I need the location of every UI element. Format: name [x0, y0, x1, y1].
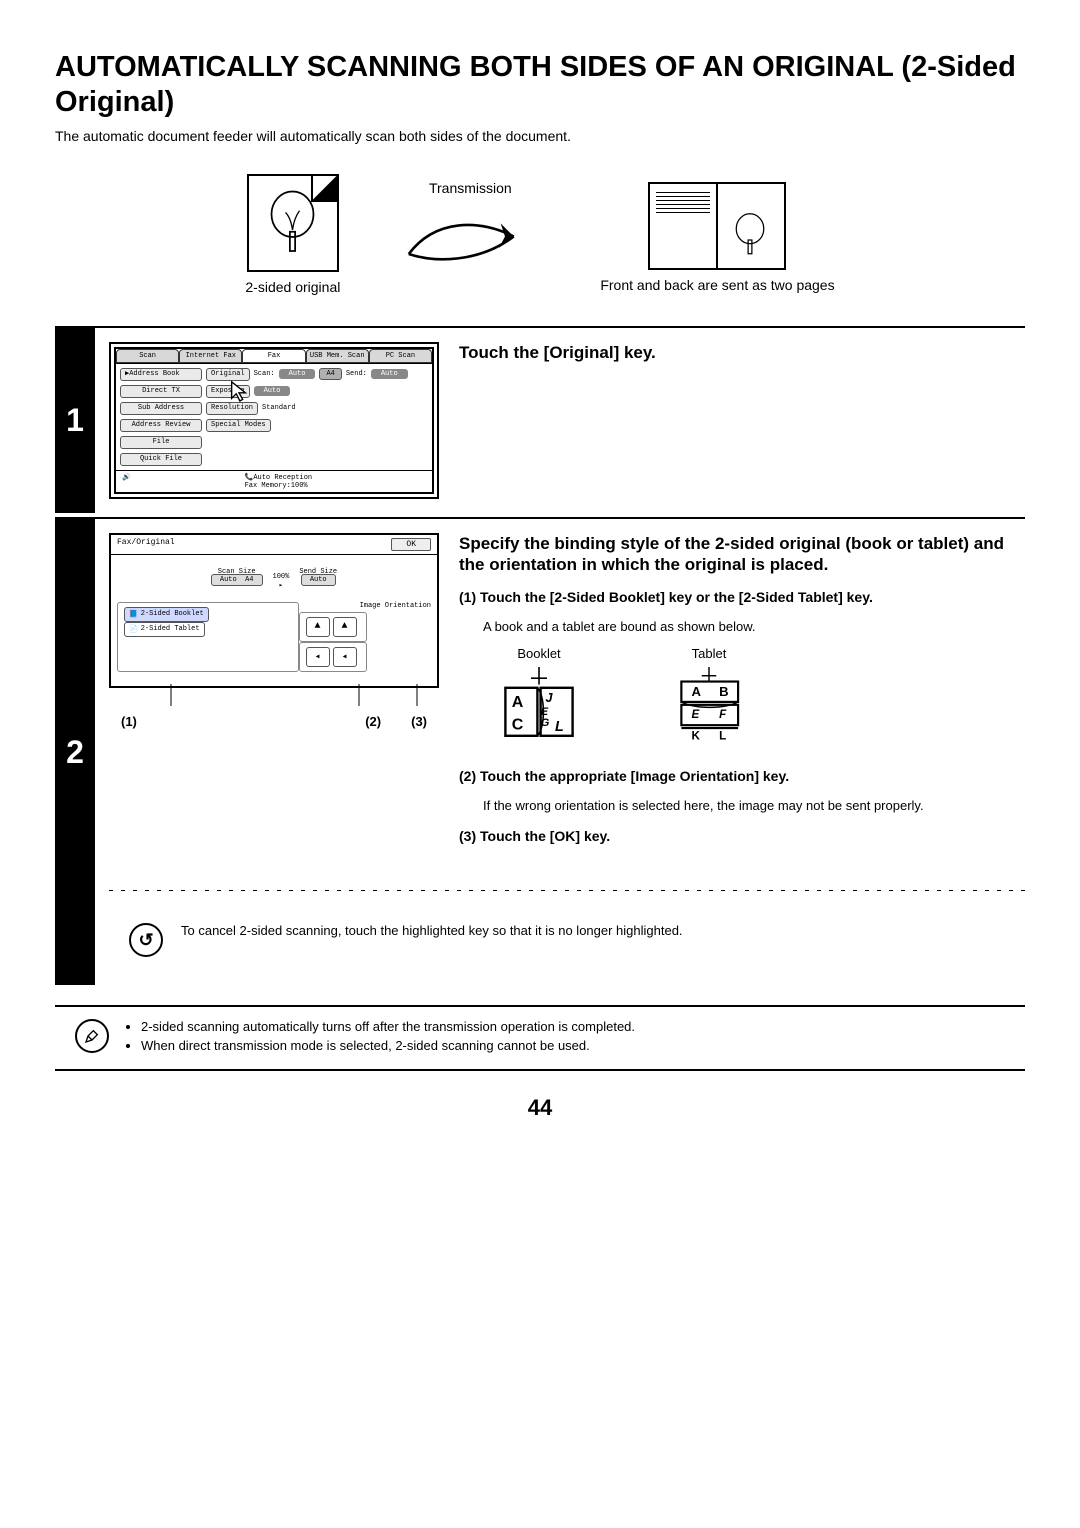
- page-number: 44: [55, 1095, 1025, 1121]
- intro-text: The automatic document feeder will autom…: [55, 128, 1025, 144]
- step-1: 1 Scan Internet Fax Fax USB Mem. Scan PC…: [55, 326, 1025, 513]
- tab-fax[interactable]: Fax: [242, 349, 305, 363]
- tablet-label: Tablet: [659, 646, 759, 661]
- step-2-number: 2: [55, 519, 95, 986]
- auto-reception-label: Auto Reception: [253, 474, 312, 482]
- svg-text:A: A: [692, 684, 702, 699]
- page-title: AUTOMATICALLY SCANNING BOTH SIDES OF AN …: [55, 50, 1025, 120]
- fax-memory-label: Fax Memory:100%: [245, 482, 308, 490]
- speaker-icon: 🔊: [122, 473, 131, 490]
- footer-note-2: When direct transmission mode is selecte…: [141, 1038, 635, 1053]
- callout-2: (2): [365, 714, 381, 729]
- pencil-icon: [75, 1019, 109, 1053]
- special-modes-button[interactable]: Special Modes: [206, 419, 271, 432]
- footer-notes: 2-sided scanning automatically turns off…: [55, 1005, 1025, 1071]
- tab-usb-mem-scan[interactable]: USB Mem. Scan: [306, 349, 369, 363]
- scan-label: Scan:: [254, 370, 275, 378]
- cancel-note-row: ↺ To cancel 2-sided scanning, touch the …: [109, 923, 1025, 971]
- substep-1: (1) Touch the [2-Sided Booklet] key or t…: [459, 589, 1025, 605]
- svg-text:K: K: [692, 730, 701, 743]
- booklet-icon: A C J E G L: [489, 667, 589, 747]
- fax-original-screen: Fax/Original OK Scan Size Auto A4 100% ▸: [109, 533, 439, 688]
- back-arrow-icon: ↺: [129, 923, 163, 957]
- svg-text:J: J: [545, 690, 553, 705]
- tablet-icon: A B E F K L: [659, 667, 759, 747]
- svg-text:C: C: [512, 716, 524, 733]
- diagram-right: Front and back are sent as two pages: [600, 174, 834, 294]
- exposure-button[interactable]: Exposure: [206, 385, 250, 398]
- scan-size-auto[interactable]: Auto A4: [211, 574, 263, 586]
- transmission-arrow-icon: [400, 204, 540, 269]
- step-2-title: Specify the binding style of the 2-sided…: [459, 533, 1025, 576]
- diagram-row: 2-sided original Transmission Front and …: [55, 174, 1025, 296]
- diagram-left-caption: 2-sided original: [245, 278, 340, 296]
- tree-icon: [265, 188, 320, 258]
- diagram-right-caption: Front and back are sent as two pages: [600, 276, 834, 294]
- transmission-label: Transmission: [400, 180, 540, 196]
- exposure-auto: Auto: [254, 386, 291, 396]
- two-sided-booklet-button[interactable]: 📘2-Sided Booklet: [124, 607, 209, 622]
- quick-file-button[interactable]: Quick File: [120, 453, 202, 466]
- send-label: Send:: [346, 370, 367, 378]
- svg-text:B: B: [719, 684, 728, 699]
- orientation-portrait-a[interactable]: ▲: [306, 617, 330, 637]
- diagram-transmission: Transmission: [400, 174, 540, 272]
- booklet-label: Booklet: [489, 646, 589, 661]
- scan-auto: Auto: [279, 369, 316, 379]
- resolution-button[interactable]: Resolution: [206, 402, 258, 415]
- dashed-separator: [109, 890, 1025, 891]
- tab-pc-scan[interactable]: PC Scan: [369, 349, 432, 363]
- svg-text:A: A: [512, 694, 524, 711]
- tabs-row: Scan Internet Fax Fax USB Mem. Scan PC S…: [116, 349, 432, 363]
- address-book-button[interactable]: ▶Address Book: [120, 368, 202, 381]
- tree-icon: [730, 210, 770, 260]
- substep-3: (3) Touch the [OK] key.: [459, 828, 1025, 844]
- callout-3: (3): [411, 714, 427, 729]
- resolution-value: Standard: [262, 404, 296, 412]
- orientation-landscape-a[interactable]: ◂: [306, 647, 330, 667]
- screen2-title: Fax/Original: [117, 538, 175, 551]
- orientation-landscape-b[interactable]: ◂: [333, 647, 357, 667]
- original-button[interactable]: Original: [206, 368, 250, 381]
- substep-2: (2) Touch the appropriate [Image Orienta…: [459, 768, 1025, 784]
- two-pages-illustration: [600, 174, 834, 270]
- cancel-note-text: To cancel 2-sided scanning, touch the hi…: [181, 923, 683, 938]
- substep-1-note: A book and a tablet are bound as shown b…: [483, 618, 1025, 636]
- callout-lines: [109, 684, 439, 716]
- file-button[interactable]: File: [120, 436, 202, 449]
- footer-note-1: 2-sided scanning automatically turns off…: [141, 1019, 635, 1034]
- send-size-auto[interactable]: Auto: [301, 574, 336, 586]
- svg-text:L: L: [719, 730, 726, 743]
- svg-text:E: E: [692, 708, 701, 721]
- image-orientation-label: Image Orientation: [299, 602, 431, 610]
- direct-tx-button[interactable]: Direct TX: [120, 385, 202, 398]
- scan-size: A4: [319, 368, 341, 380]
- ok-button[interactable]: OK: [391, 538, 431, 551]
- step-1-number: 1: [55, 328, 95, 513]
- orientation-portrait-b[interactable]: ▲: [333, 617, 357, 637]
- send-auto: Auto: [371, 369, 408, 379]
- svg-text:G: G: [541, 717, 550, 729]
- diagram-left: 2-sided original: [245, 174, 340, 296]
- svg-text:L: L: [555, 719, 564, 735]
- step-2: 2 Fax/Original OK Scan Size Auto A4: [55, 517, 1025, 986]
- callout-1: (1): [121, 714, 137, 729]
- step-1-title: Touch the [Original] key.: [459, 342, 1025, 363]
- svg-text:E: E: [541, 706, 549, 718]
- sub-address-button[interactable]: Sub Address: [120, 402, 202, 415]
- booklet-tablet-diagram: Booklet A C J E G L: [489, 646, 1025, 750]
- two-sided-tablet-button[interactable]: 📄2-Sided Tablet: [124, 622, 205, 637]
- address-review-button[interactable]: Address Review: [120, 419, 202, 432]
- substep-2-note: If the wrong orientation is selected her…: [483, 797, 1025, 815]
- fax-screen: Scan Internet Fax Fax USB Mem. Scan PC S…: [109, 342, 439, 499]
- percent-label: 100%: [273, 573, 290, 581]
- svg-text:F: F: [719, 708, 727, 721]
- tab-scan[interactable]: Scan: [116, 349, 179, 363]
- two-sided-original-illustration: [247, 174, 339, 272]
- tab-internet-fax[interactable]: Internet Fax: [179, 349, 242, 363]
